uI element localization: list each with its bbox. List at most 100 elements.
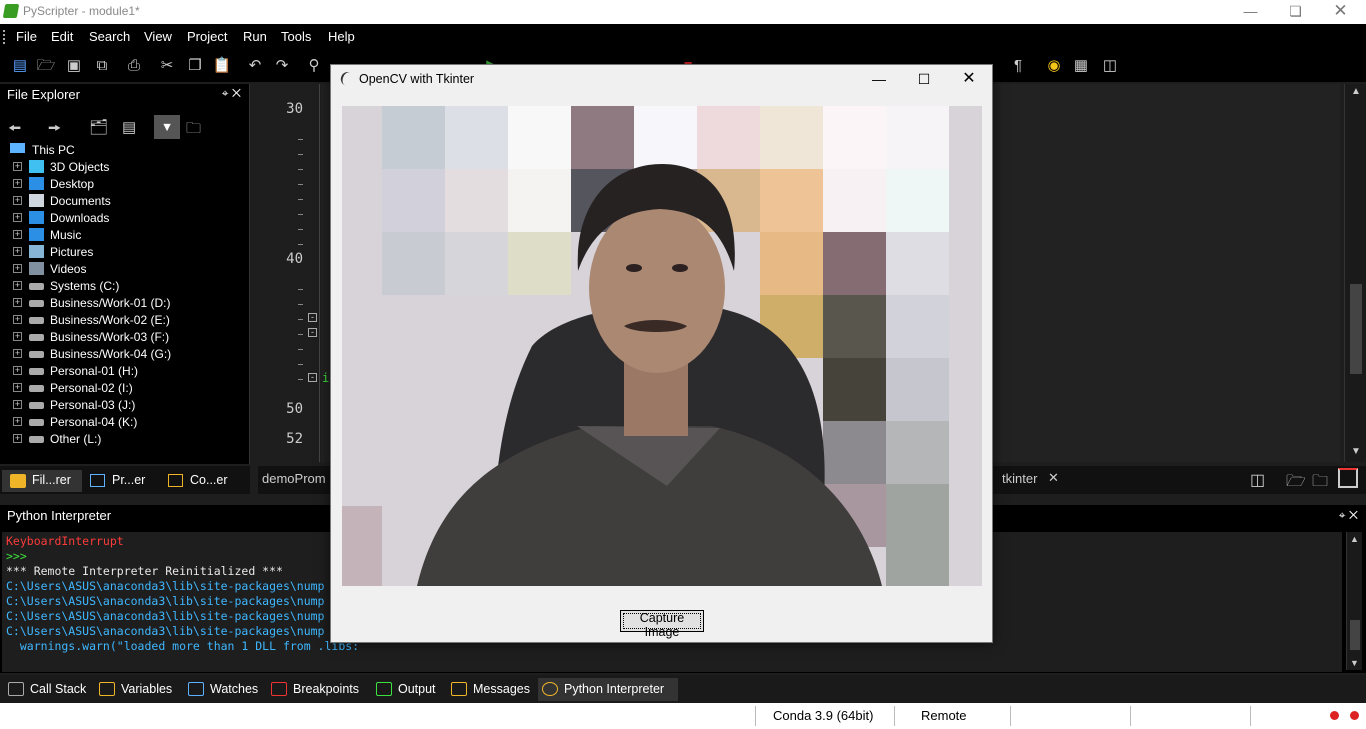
copy-icon[interactable]: ❐	[185, 56, 205, 76]
back-arrow-icon[interactable]: 🠘	[8, 118, 21, 143]
fold-marker-icon[interactable]: -	[308, 328, 317, 337]
tk-minimize-button[interactable]: —	[857, 67, 901, 91]
menu-search[interactable]: Search	[89, 29, 130, 44]
console-line: warnings.warn("loaded more than 1 DLL fr…	[6, 639, 360, 653]
open-file-icon[interactable]: 🗁	[36, 56, 56, 76]
expand-icon[interactable]: +	[13, 213, 22, 222]
python-icon[interactable]: ◉	[1044, 56, 1064, 76]
open-folder-icon[interactable]: 🗁	[1286, 470, 1306, 497]
expand-icon[interactable]: +	[13, 366, 22, 375]
tab-list-icon[interactable]: ◫	[1250, 470, 1265, 490]
menu-run[interactable]: Run	[243, 29, 267, 44]
webcam-image	[342, 106, 982, 586]
expand-icon[interactable]: +	[13, 434, 22, 443]
new-file-icon[interactable]: ▤	[10, 56, 30, 76]
expand-icon[interactable]: +	[13, 349, 22, 358]
redo-icon[interactable]: ↷	[272, 56, 292, 76]
folder-arrow-icon[interactable]: 🗀	[1312, 470, 1328, 497]
restore-button[interactable]: ❏	[1273, 0, 1318, 24]
drive-icon	[29, 385, 44, 392]
filter-icon[interactable]: ▼	[154, 115, 180, 139]
expand-icon[interactable]: +	[13, 196, 22, 205]
tree-item-label: Personal-04 (K:)	[50, 415, 138, 429]
tk-close-button[interactable]: ✕	[947, 67, 991, 91]
window-icon[interactable]	[1338, 468, 1358, 488]
expand-icon[interactable]: +	[13, 298, 22, 307]
tab-project-explorer[interactable]: Pr...er	[82, 470, 151, 492]
scroll-down-icon[interactable]: ▼	[1351, 446, 1361, 457]
tab-python-interpreter[interactable]: Python Interpreter	[538, 678, 678, 701]
expand-icon[interactable]: +	[13, 383, 22, 392]
expand-icon[interactable]: +	[13, 179, 22, 188]
engine-mode-status[interactable]: Remote	[921, 708, 967, 723]
new-folder-icon[interactable]: 🗀	[186, 118, 201, 143]
menu-file[interactable]: File	[16, 29, 37, 44]
expand-icon[interactable]: +	[13, 400, 22, 409]
interpreter-title: Python Interpreter	[7, 508, 112, 523]
expand-icon[interactable]: +	[13, 162, 22, 171]
fold-marker-icon[interactable]: -	[308, 373, 317, 382]
capture-image-button[interactable]: Capture Image	[620, 610, 704, 639]
up-folder-icon[interactable]: 🗂	[89, 118, 108, 136]
scroll-up-icon[interactable]: ▲	[1351, 86, 1361, 97]
panel-pin-close-icon[interactable]: ⌖ ✕	[222, 86, 241, 101]
cut-icon[interactable]: ✂	[157, 56, 177, 76]
menu-view[interactable]: View	[144, 29, 172, 44]
expand-icon[interactable]: +	[13, 332, 22, 341]
expand-icon[interactable]: +	[13, 417, 22, 426]
tab-breakpoints[interactable]: Breakpoints	[267, 678, 359, 701]
scroll-thumb[interactable]	[1350, 620, 1360, 650]
tab-variables[interactable]: Variables	[95, 678, 172, 701]
tab-messages[interactable]: Messages	[447, 678, 530, 701]
menu-project[interactable]: Project	[187, 29, 227, 44]
tab-close-icon[interactable]: ✕	[1048, 470, 1059, 486]
tree-item-label: Music	[50, 228, 82, 242]
undo-icon[interactable]: ↶	[245, 56, 265, 76]
file-explorer-title: File Explorer	[7, 87, 80, 102]
tab-watches[interactable]: Watches	[184, 678, 258, 701]
expand-icon[interactable]: +	[13, 281, 22, 290]
save-all-icon[interactable]: ⧉	[92, 56, 112, 76]
webcam-video-frame	[342, 106, 982, 586]
tab-demoprom[interactable]: demoProm	[262, 471, 326, 486]
fold-marker-icon[interactable]: -	[308, 313, 317, 322]
keyboard-icon[interactable]: ▦	[1071, 56, 1091, 76]
expand-icon[interactable]: +	[13, 230, 22, 239]
drive-icon	[29, 283, 44, 290]
print-icon[interactable]: ⎙	[124, 56, 144, 76]
menu-help[interactable]: Help	[328, 29, 355, 44]
editor-scrollbar[interactable]: ▲ ▼	[1344, 84, 1366, 462]
panel-pin-close-icon[interactable]: ⌖ ✕	[1339, 508, 1358, 523]
close-button[interactable]: ✕	[1318, 0, 1363, 24]
tree-item-label: Pictures	[50, 245, 94, 259]
python-env-status[interactable]: Conda 3.9 (64bit)	[773, 708, 873, 723]
expand-icon[interactable]: +	[13, 264, 22, 273]
find-icon[interactable]: ⚲	[304, 56, 324, 76]
show-whitespace-icon[interactable]: ¶	[1008, 56, 1028, 76]
scroll-up-icon[interactable]: ▲	[1350, 534, 1359, 544]
menu-tools[interactable]: Tools	[281, 29, 311, 44]
tk-maximize-button[interactable]: ☐	[902, 67, 946, 91]
paste-icon[interactable]: 📋	[212, 56, 232, 76]
tab-tkinter[interactable]: tkinter	[1002, 471, 1037, 486]
save-icon[interactable]: ▣	[64, 56, 84, 76]
layouts-icon[interactable]: ◫	[1100, 56, 1120, 76]
scroll-down-icon[interactable]: ▼	[1350, 658, 1359, 668]
tk-feather-icon	[338, 70, 352, 86]
tree-view-icon[interactable]: ▤	[122, 118, 136, 136]
documents-icon	[29, 194, 44, 207]
forward-arrow-icon[interactable]: 🠚	[48, 118, 61, 143]
line-number-gutter: 30 40 - - - 50 52	[258, 84, 320, 462]
tab-output[interactable]: Output	[372, 678, 436, 701]
tab-code-explorer[interactable]: Co...er	[160, 470, 234, 492]
tab-call-stack[interactable]: Call Stack	[4, 678, 86, 701]
menu-edit[interactable]: Edit	[51, 29, 73, 44]
tab-file-explorer[interactable]: Fil...rer	[2, 470, 82, 492]
tree-item-label: Videos	[50, 262, 87, 276]
console-scrollbar[interactable]: ▲ ▼	[1346, 532, 1362, 670]
expand-icon[interactable]: +	[13, 315, 22, 324]
minimize-button[interactable]: —	[1228, 0, 1273, 24]
downloads-icon	[29, 211, 44, 224]
expand-icon[interactable]: +	[13, 247, 22, 256]
scroll-thumb[interactable]	[1350, 284, 1362, 374]
